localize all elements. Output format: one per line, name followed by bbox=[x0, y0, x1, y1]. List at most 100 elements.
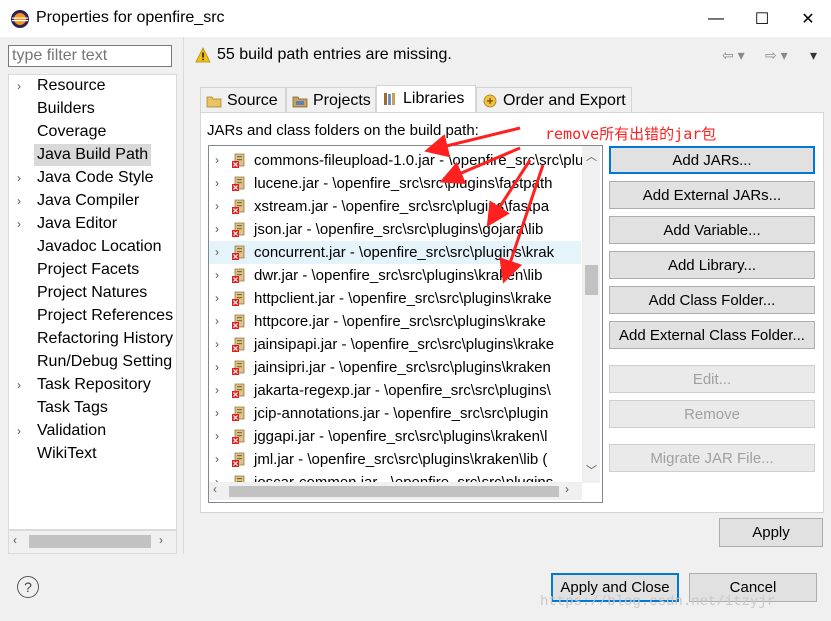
add-external-jars-button[interactable]: Add External JARs... bbox=[609, 181, 815, 209]
maximize-button[interactable]: ☐ bbox=[739, 0, 785, 37]
chevron-right-icon[interactable]: › bbox=[17, 374, 27, 396]
tree-item-label: Java Code Style bbox=[37, 169, 154, 186]
apply-button[interactable]: Apply bbox=[719, 518, 823, 547]
chevron-right-icon[interactable]: › bbox=[17, 75, 27, 97]
jar-entry[interactable]: › jainsipri.jar - \openfire_src\src\plugi… bbox=[209, 356, 581, 379]
jar-entry-label: commons-fileupload-1.0.jar - \openfire_s… bbox=[254, 152, 584, 169]
chevron-right-icon[interactable]: › bbox=[215, 425, 219, 448]
missing-jar-icon bbox=[232, 452, 245, 467]
window-title: Properties for openfire_src bbox=[36, 9, 225, 26]
jar-entry[interactable]: › jakarta-regexp.jar - \openfire_src\src\… bbox=[209, 379, 581, 402]
jar-entry[interactable]: › httpclient.jar - \openfire_src\src\plug… bbox=[209, 287, 581, 310]
add-external-class-folder-button[interactable]: Add External Class Folder... bbox=[609, 321, 815, 349]
scroll-down-icon[interactable]: ﹀ bbox=[586, 462, 597, 478]
scroll-thumb[interactable] bbox=[29, 535, 151, 548]
tab-source[interactable]: Source bbox=[200, 87, 286, 112]
chevron-right-icon[interactable]: › bbox=[215, 310, 219, 333]
tree-item-label: Coverage bbox=[37, 123, 107, 140]
warning-icon bbox=[195, 47, 211, 63]
back-icon[interactable]: ⇦ ▾ bbox=[722, 47, 745, 64]
remove-annotation: remove所有出错的jar包 bbox=[545, 125, 717, 143]
scroll-left-icon[interactable]: ‹ bbox=[213, 482, 217, 496]
jar-list[interactable]: › commons-fileupload-1.0.jar - \openfire_… bbox=[208, 145, 603, 503]
jar-entry[interactable]: › jcip-annotations.jar - \openfire_src\sr… bbox=[209, 402, 581, 425]
chevron-right-icon[interactable]: › bbox=[215, 287, 219, 310]
scroll-left-icon[interactable]: ‹ bbox=[13, 533, 17, 547]
jar-entry-label: jggapi.jar - \openfire_src\src\plugins\k… bbox=[254, 428, 548, 445]
tree-item-label: Task Repository bbox=[37, 376, 151, 393]
chevron-right-icon[interactable]: › bbox=[215, 448, 219, 471]
minimize-icon: — bbox=[708, 9, 724, 27]
jar-entry[interactable]: › dwr.jar - \openfire_src\src\plugins\kra… bbox=[209, 264, 581, 287]
chevron-right-icon[interactable]: › bbox=[215, 195, 219, 218]
tab-order-and-export[interactable]: Order and Export bbox=[476, 87, 632, 112]
add-class-folder-button[interactable]: Add Class Folder... bbox=[609, 286, 815, 314]
chevron-right-icon[interactable]: › bbox=[215, 402, 219, 425]
tree-item-label: Java Editor bbox=[37, 215, 118, 232]
chevron-right-icon[interactable]: › bbox=[215, 218, 219, 241]
jar-entry[interactable]: › jml.jar - \openfire_src\src\plugins\kra… bbox=[209, 448, 581, 471]
chevron-right-icon[interactable]: › bbox=[215, 149, 219, 172]
chevron-right-icon[interactable]: › bbox=[17, 190, 27, 212]
jar-entry[interactable]: › xstream.jar - \openfire_src\src\plugins… bbox=[209, 195, 581, 218]
jar-list-vertical-scrollbar[interactable]: ︿ ﹀ bbox=[582, 146, 600, 483]
jar-entry-label: dwr.jar - \openfire_src\src\plugins\krak… bbox=[254, 267, 543, 284]
jar-entry[interactable]: › commons-fileupload-1.0.jar - \openfire_… bbox=[209, 149, 584, 172]
horizontal-scroll-thumb[interactable] bbox=[229, 486, 559, 497]
order-export-icon bbox=[483, 94, 497, 108]
add-library-button[interactable]: Add Library... bbox=[609, 251, 815, 279]
missing-jar-icon bbox=[232, 383, 245, 398]
filter-input[interactable] bbox=[8, 45, 172, 67]
jar-entry-label: httpclient.jar - \openfire_src\src\plugi… bbox=[254, 290, 552, 307]
source-folder-icon bbox=[206, 96, 222, 108]
jar-entry[interactable]: › lucene.jar - \openfire_src\src\plugins\… bbox=[209, 172, 581, 195]
chevron-right-icon[interactable]: › bbox=[215, 379, 219, 402]
chevron-right-icon[interactable]: › bbox=[215, 264, 219, 287]
vertical-scroll-thumb[interactable] bbox=[585, 265, 598, 295]
jar-entry[interactable]: › jainsipapi.jar - \openfire_src\src\plug… bbox=[209, 333, 581, 356]
tree-item-label: Java Compiler bbox=[37, 192, 140, 209]
jar-entry-label: jakarta-regexp.jar - \openfire_src\src\p… bbox=[254, 382, 551, 399]
jar-entry[interactable]: › json.jar - \openfire_src\src\plugins\go… bbox=[209, 218, 581, 241]
tree-item-label: Validation bbox=[37, 422, 107, 439]
jar-entry-label: jml.jar - \openfire_src\src\plugins\krak… bbox=[254, 451, 548, 468]
add-variable-button[interactable]: Add Variable... bbox=[609, 216, 815, 244]
chevron-right-icon[interactable]: › bbox=[215, 172, 219, 195]
edit-button[interactable]: Edit... bbox=[609, 365, 815, 393]
minimize-button[interactable]: — bbox=[693, 0, 739, 37]
tree-item-label: Java Build Path bbox=[34, 144, 152, 166]
jar-entry-label: jainsipapi.jar - \openfire_src\src\plugi… bbox=[254, 336, 555, 353]
tab-label: Order and Export bbox=[503, 92, 626, 109]
properties-tree: › Resource Builders Coverage Java Build Path… bbox=[8, 74, 177, 530]
migrate-jar-button[interactable]: Migrate JAR File... bbox=[609, 444, 815, 472]
missing-jar-icon bbox=[232, 153, 245, 168]
chevron-right-icon[interactable]: › bbox=[17, 213, 27, 235]
scroll-right-icon[interactable]: › bbox=[565, 482, 569, 496]
chevron-right-icon[interactable]: › bbox=[17, 420, 27, 442]
tree-horizontal-scrollbar[interactable]: ‹ › bbox=[8, 530, 177, 554]
scroll-up-icon[interactable]: ︿ bbox=[586, 148, 597, 164]
tree-item-label: Project Facets bbox=[37, 261, 140, 278]
close-button[interactable]: ✕ bbox=[785, 0, 831, 37]
tab-libraries[interactable]: Libraries bbox=[376, 85, 476, 112]
tab-projects[interactable]: Projects bbox=[286, 87, 376, 112]
jar-list-caption: JARs and class folders on the build path… bbox=[207, 122, 479, 139]
add-jars-button[interactable]: Add JARs... bbox=[609, 146, 815, 174]
chevron-right-icon[interactable]: › bbox=[215, 333, 219, 356]
jar-entry-label: json.jar - \openfire_src\src\plugins\goj… bbox=[254, 221, 544, 238]
missing-jar-icon bbox=[232, 245, 245, 260]
chevron-right-icon[interactable]: › bbox=[215, 241, 219, 264]
project-icon bbox=[292, 96, 308, 108]
help-icon[interactable]: ? bbox=[17, 576, 39, 598]
view-menu-icon[interactable]: ▾ bbox=[810, 47, 817, 64]
chevron-right-icon[interactable]: › bbox=[17, 167, 27, 189]
jar-entry[interactable]: › httpcore.jar - \openfire_src\src\plugin… bbox=[209, 310, 581, 333]
scroll-right-icon[interactable]: › bbox=[159, 533, 163, 547]
jar-entry[interactable]: › concurrent.jar - \openfire_src\src\plug… bbox=[209, 241, 581, 264]
forward-icon[interactable]: ⇨ ▾ bbox=[765, 47, 788, 64]
chevron-right-icon[interactable]: › bbox=[215, 356, 219, 379]
jar-entry[interactable]: › jggapi.jar - \openfire_src\src\plugins\… bbox=[209, 425, 581, 448]
tree-item-label: Resource bbox=[37, 77, 106, 94]
missing-jar-icon bbox=[232, 268, 245, 283]
remove-button[interactable]: Remove bbox=[609, 400, 815, 428]
